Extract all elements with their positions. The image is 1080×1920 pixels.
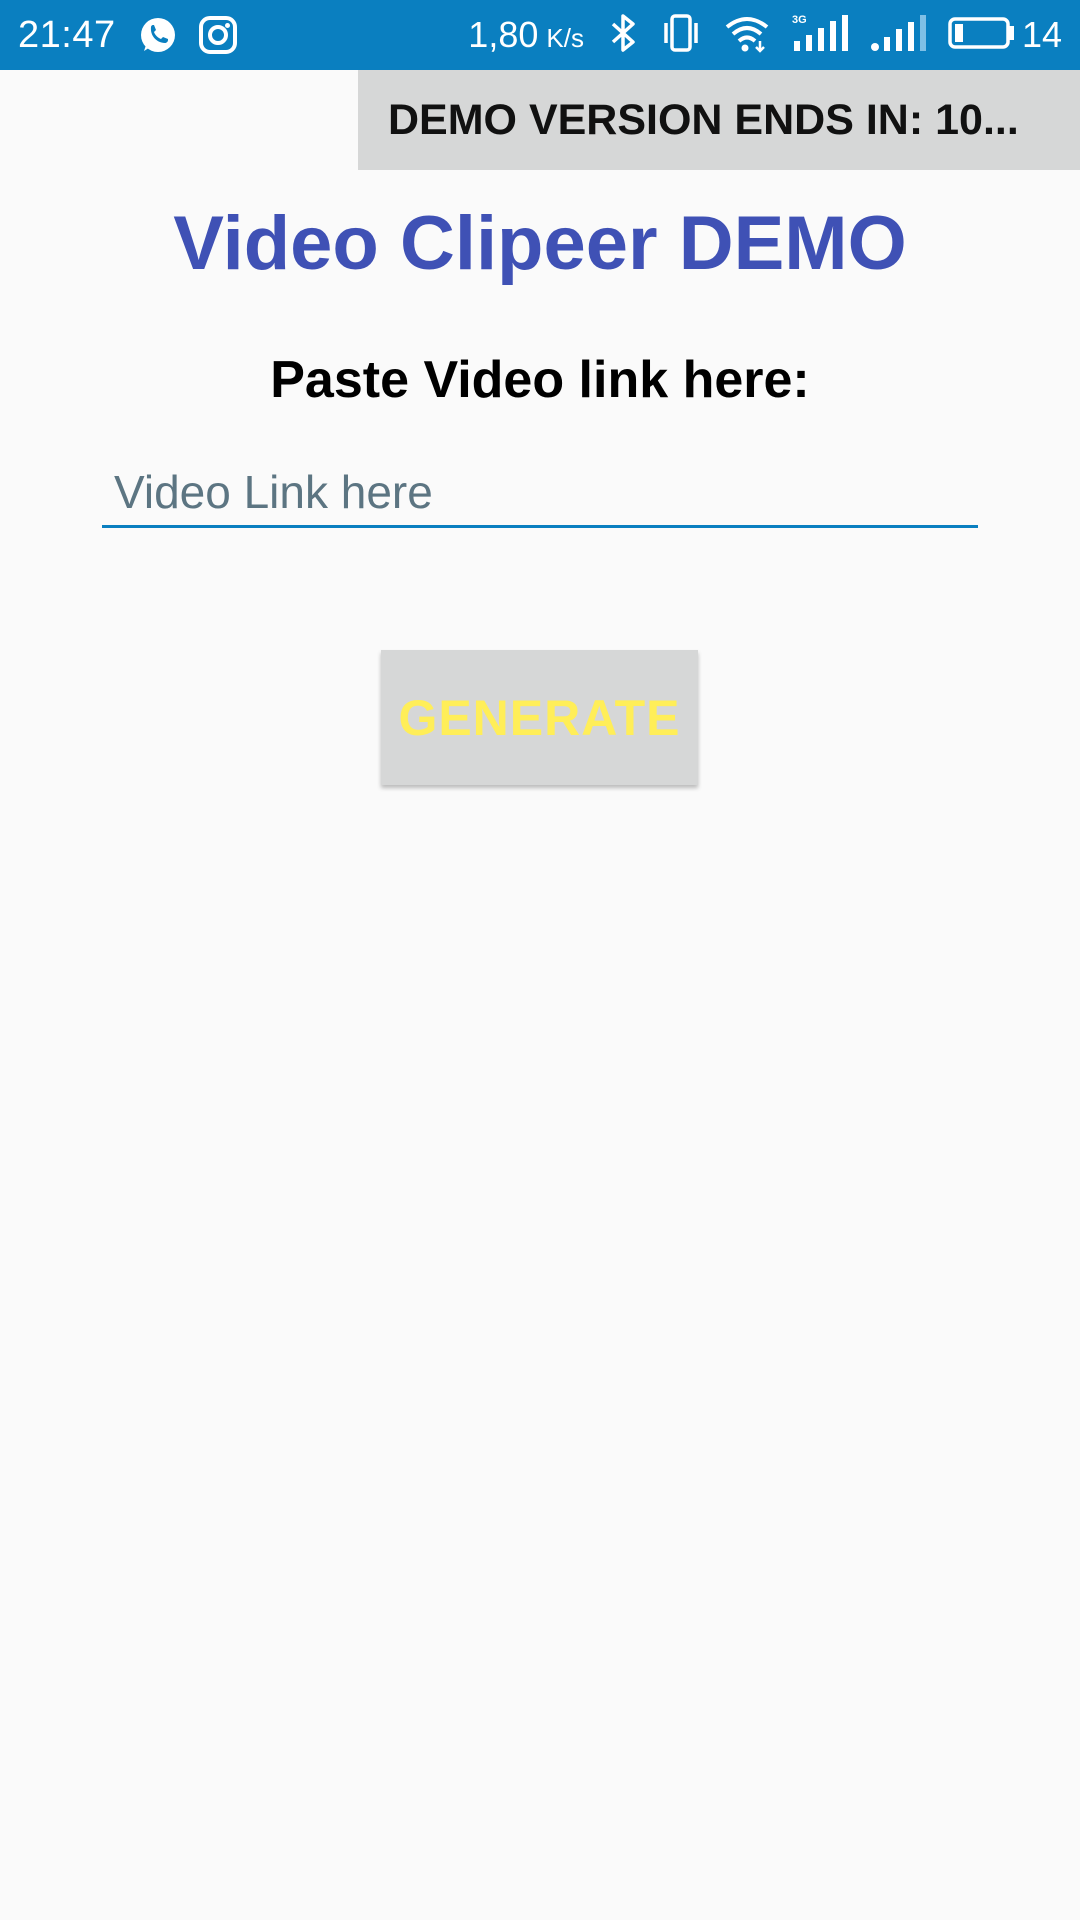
signal-3g-icon: 3G [792, 13, 848, 58]
status-bar-right: 1,80 K/s 3G 14 [468, 13, 1062, 58]
instagram-icon [198, 15, 238, 55]
svg-text:3G: 3G [792, 14, 807, 26]
whatsapp-icon [138, 15, 178, 55]
status-bar-left: 21:47 [18, 14, 258, 57]
video-link-input[interactable] [102, 464, 978, 528]
battery-icon [948, 13, 1016, 58]
paste-link-label: Paste Video link here: [270, 351, 810, 409]
page-title: Video Clipeer DEMO [173, 201, 907, 286]
network-speed-value: 1,80 [468, 14, 539, 55]
vibrate-icon [660, 13, 702, 58]
status-time: 21:47 [18, 13, 116, 56]
bluetooth-icon [608, 13, 638, 58]
generate-button[interactable]: GENERATE [381, 650, 698, 785]
battery-level: 14 [1021, 14, 1062, 55]
network-speed: 1,80 K/s [468, 14, 584, 56]
status-bar: 21:47 1,80 K/s 3G 14 [0, 0, 1080, 70]
demo-version-banner: DEMO VERSION ENDS IN: 10... [358, 70, 1080, 170]
signal-icon [870, 13, 926, 58]
wifi-icon [724, 13, 770, 58]
network-speed-unit: K/s [546, 23, 584, 53]
